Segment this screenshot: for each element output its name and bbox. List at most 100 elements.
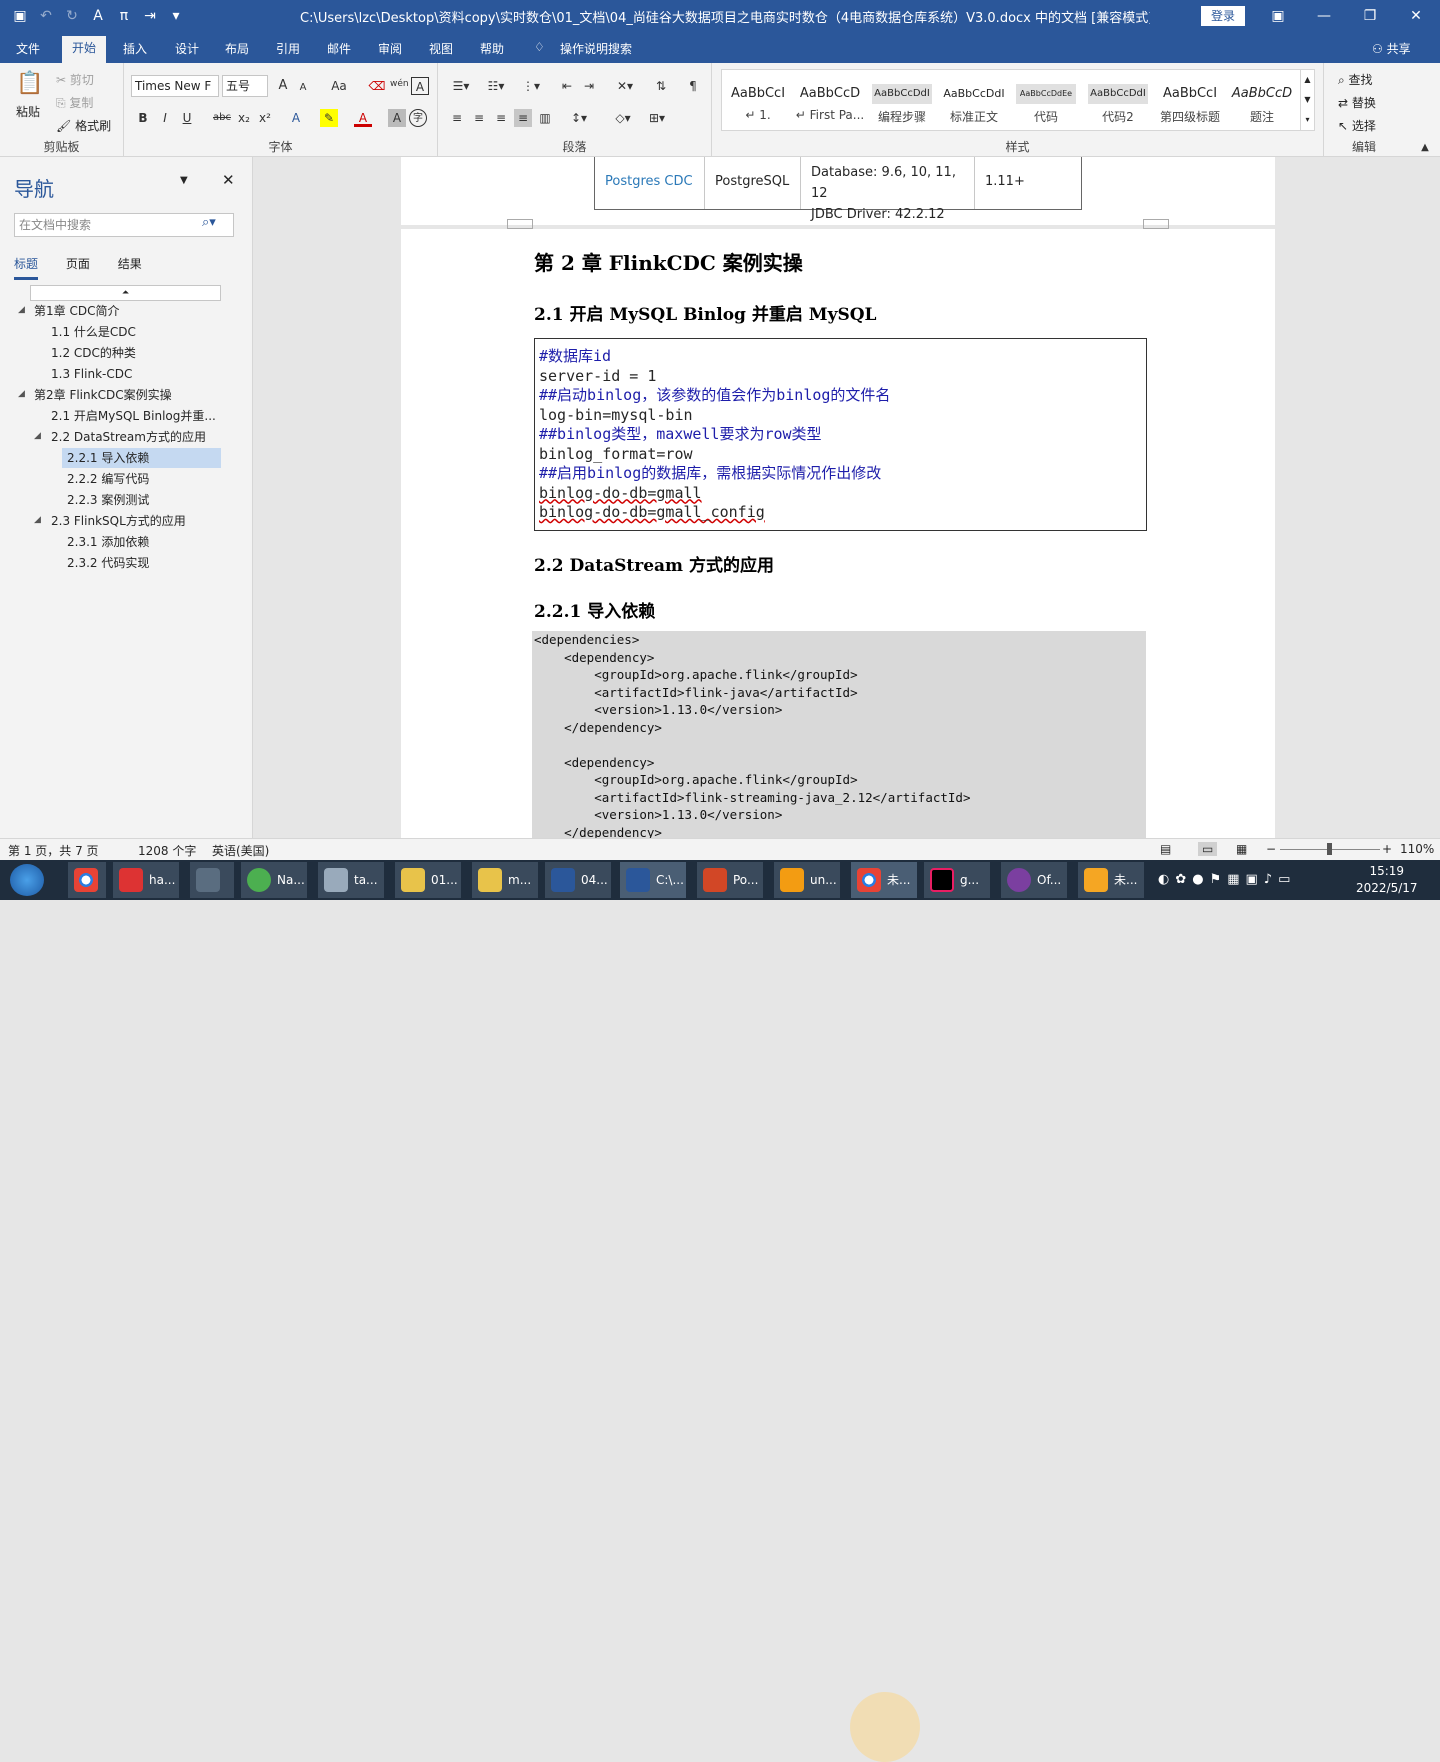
print-layout-icon[interactable]: ▭ bbox=[1198, 842, 1218, 856]
xml-code-block[interactable]: <dependencies> <dependency> <groupId>org… bbox=[532, 631, 1146, 838]
bullets-icon[interactable]: ☰▾ bbox=[448, 77, 474, 95]
start-button[interactable] bbox=[10, 864, 44, 896]
tab-layout[interactable]: 布局 bbox=[225, 40, 249, 57]
taskbar-app[interactable]: 未... bbox=[1078, 862, 1144, 898]
redo-icon[interactable]: ↻ bbox=[62, 6, 82, 26]
tell-me-search[interactable]: 操作说明搜索 bbox=[560, 40, 632, 57]
highlight-icon[interactable]: ✎ bbox=[320, 109, 338, 127]
find-button[interactable]: ⌕ 查找 bbox=[1338, 71, 1373, 88]
login-button[interactable]: 登录 bbox=[1201, 6, 1245, 26]
language[interactable]: 英语(美国) bbox=[212, 842, 269, 859]
taskbar-app[interactable]: Of... bbox=[1001, 862, 1067, 898]
tab-help[interactable]: 帮助 bbox=[480, 40, 504, 57]
nav-heading[interactable]: 2.1 开启MySQL Binlog并重... bbox=[51, 406, 216, 426]
collapse-icon[interactable]: ◢ bbox=[34, 431, 41, 441]
indent-icon[interactable]: ⇥ bbox=[140, 6, 160, 26]
line-spacing-icon[interactable]: ↕▾ bbox=[566, 109, 592, 127]
nav-heading[interactable]: 1.1 什么是CDC bbox=[51, 322, 136, 342]
distributed-icon[interactable]: ▥ bbox=[536, 109, 554, 127]
customize-qat-icon[interactable]: ▾ bbox=[166, 6, 186, 26]
taskbar-app[interactable] bbox=[190, 862, 234, 898]
taskbar-app[interactable]: ta... bbox=[318, 862, 384, 898]
word-count[interactable]: 1208 个字 bbox=[138, 842, 196, 859]
show-marks-icon[interactable]: ¶ bbox=[684, 77, 702, 95]
nav-heading[interactable]: 2.2 DataStream方式的应用 bbox=[51, 427, 206, 447]
save-icon[interactable]: ▣ bbox=[10, 6, 30, 26]
italic-icon[interactable]: I bbox=[156, 109, 174, 127]
nav-heading[interactable]: 第1章 CDC简介 bbox=[34, 301, 119, 321]
nav-heading-selected[interactable]: 2.2.1 导入依赖 bbox=[62, 448, 221, 468]
ribbon-display-icon[interactable]: ▣ bbox=[1266, 5, 1290, 27]
paste-button[interactable]: 粘贴 bbox=[16, 103, 40, 120]
nav-scroll-up-icon[interactable]: ⏶ bbox=[30, 285, 221, 301]
nav-heading[interactable]: 2.3.1 添加依赖 bbox=[67, 532, 149, 552]
taskbar-app[interactable]: Po... bbox=[697, 862, 763, 898]
nav-heading[interactable]: 1.3 Flink-CDC bbox=[51, 364, 132, 384]
tab-insert[interactable]: 插入 bbox=[123, 40, 147, 57]
replace-button[interactable]: ⇄ 替换 bbox=[1338, 94, 1376, 111]
nav-heading[interactable]: 2.3 FlinkSQL方式的应用 bbox=[51, 511, 186, 531]
zoom-level[interactable]: 110% bbox=[1400, 842, 1434, 856]
tab-view[interactable]: 视图 bbox=[429, 40, 453, 57]
search-icon[interactable]: ⌕▾ bbox=[202, 215, 216, 230]
font-color-icon[interactable]: A bbox=[354, 109, 372, 127]
change-case-icon[interactable]: Aa bbox=[326, 77, 352, 95]
subscript-icon[interactable]: x₂ bbox=[235, 109, 253, 127]
tab-pages[interactable]: 页面 bbox=[66, 257, 90, 271]
borders-icon[interactable]: ⊞▾ bbox=[644, 109, 670, 127]
tab-design[interactable]: 设计 bbox=[175, 40, 199, 57]
strikethrough-icon[interactable]: abc bbox=[210, 109, 234, 127]
decrease-indent-icon[interactable]: ⇤ bbox=[558, 77, 576, 95]
shading-icon[interactable]: ◇▾ bbox=[610, 109, 636, 127]
config-code-block[interactable]: #数据库id server-id = 1 ##启动binlog，该参数的值会作为… bbox=[534, 338, 1147, 531]
nav-heading[interactable]: 1.2 CDC的种类 bbox=[51, 343, 136, 363]
clear-format-icon[interactable]: ⌫ bbox=[368, 77, 386, 95]
taskbar-app[interactable]: ha... bbox=[113, 862, 179, 898]
format-painter-button[interactable]: 🖌 格式刷 bbox=[56, 117, 111, 134]
tab-review[interactable]: 审阅 bbox=[378, 40, 402, 57]
nav-close-icon[interactable]: ✕ bbox=[222, 171, 235, 189]
tab-mailings[interactable]: 邮件 bbox=[327, 40, 351, 57]
share-button[interactable]: ⚇ 共享 bbox=[1372, 40, 1411, 57]
undo-icon[interactable]: ↶ bbox=[36, 6, 56, 26]
zoom-slider-thumb[interactable] bbox=[1327, 843, 1332, 855]
section-heading[interactable]: 2.2 DataStream 方式的应用 bbox=[534, 551, 774, 576]
nav-heading[interactable]: 2.3.2 代码实现 bbox=[67, 553, 149, 573]
copy-button[interactable]: ⎘ 复制 bbox=[56, 94, 93, 111]
tray-icons[interactable]: ◐✿●⚑▦▣♪▭ bbox=[1158, 872, 1296, 887]
equation-icon[interactable]: π bbox=[114, 6, 134, 26]
sort-icon[interactable]: ⇅ bbox=[652, 77, 670, 95]
restore-icon[interactable]: ❐ bbox=[1358, 5, 1382, 27]
text-effects-icon[interactable]: A bbox=[287, 109, 305, 127]
taskbar-app[interactable]: 04... bbox=[545, 862, 611, 898]
grow-font-icon[interactable]: A bbox=[274, 77, 292, 95]
taskbar-app[interactable]: 01... bbox=[395, 862, 461, 898]
align-right-icon[interactable]: ≡ bbox=[492, 109, 510, 127]
taskbar-app[interactable]: m... bbox=[472, 862, 538, 898]
collapse-ribbon-icon[interactable]: ▲ bbox=[1416, 139, 1434, 157]
tab-references[interactable]: 引用 bbox=[276, 40, 300, 57]
web-layout-icon[interactable]: ▦ bbox=[1236, 842, 1247, 856]
tab-home[interactable]: 开始 bbox=[62, 36, 107, 63]
phonetic-guide-icon[interactable]: wén bbox=[390, 75, 409, 93]
justify-icon[interactable]: ≡ bbox=[514, 109, 532, 127]
paste-icon[interactable]: 📋 bbox=[16, 71, 43, 96]
shrink-font-icon[interactable]: A bbox=[294, 79, 312, 97]
multilevel-list-icon[interactable]: ⋮▾ bbox=[518, 77, 544, 95]
char-shading-icon[interactable]: A bbox=[388, 109, 406, 127]
increase-indent-icon[interactable]: ⇥ bbox=[580, 77, 598, 95]
enclose-char-icon[interactable]: 字 bbox=[409, 109, 427, 127]
underline-icon[interactable]: U bbox=[178, 109, 196, 127]
minimize-icon[interactable]: — bbox=[1312, 5, 1336, 27]
subsection-heading[interactable]: 2.2.1 导入依赖 bbox=[534, 597, 655, 622]
align-left-icon[interactable]: ≡ bbox=[448, 109, 466, 127]
taskbar-app[interactable]: un... bbox=[774, 862, 840, 898]
align-center-icon[interactable]: ≡ bbox=[470, 109, 488, 127]
clock[interactable]: 15:19 2022/5/17 bbox=[1356, 863, 1418, 897]
bold-icon[interactable]: B bbox=[134, 109, 152, 127]
taskbar-app[interactable]: g... bbox=[924, 862, 990, 898]
taskbar-app[interactable] bbox=[68, 862, 106, 898]
nav-heading[interactable]: 第2章 FlinkCDC案例实操 bbox=[34, 385, 172, 405]
format-icon[interactable]: A bbox=[88, 6, 108, 26]
zoom-out-icon[interactable]: − bbox=[1266, 842, 1276, 856]
